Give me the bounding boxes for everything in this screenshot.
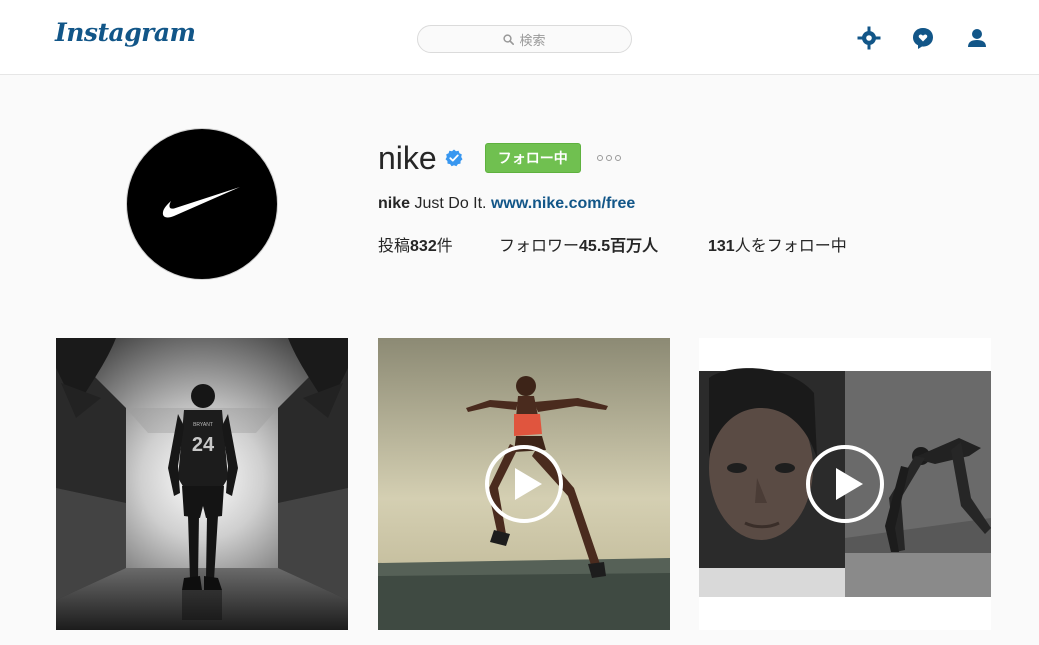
following-button[interactable]: フォロー中 — [484, 143, 581, 173]
jersey-number: 24 — [192, 434, 215, 456]
post-thumbnail-2[interactable] — [378, 338, 670, 630]
search-placeholder: 検索 — [519, 32, 546, 48]
profile-title-row: nike フォロー中 — [378, 138, 621, 178]
following-stat[interactable]: 131人をフォロー中 — [708, 232, 847, 256]
bio-text: Just Do It. — [414, 195, 487, 212]
profile-icon[interactable] — [964, 25, 990, 51]
video-play-icon[interactable] — [484, 444, 564, 524]
profile-avatar — [126, 128, 278, 280]
profile-bio: nike Just Do It. www.nike.com/free — [378, 195, 635, 213]
profile-username: nike — [378, 139, 437, 176]
explore-icon[interactable] — [856, 25, 882, 51]
video-play-icon[interactable] — [805, 444, 885, 524]
nike-swoosh-logo — [162, 187, 240, 218]
bio-link[interactable]: www.nike.com/free — [491, 195, 635, 212]
top-nav-bar: Instagram 検索 — [0, 0, 1039, 75]
more-options-icon[interactable] — [596, 155, 621, 161]
search-input[interactable]: 検索 — [417, 25, 632, 53]
post-thumbnail-3[interactable] — [699, 338, 991, 630]
jersey-name: BRYANT — [193, 422, 213, 428]
instagram-logo[interactable]: Instagram — [55, 18, 196, 47]
posts-stat: 投稿832件 — [378, 238, 453, 255]
followers-stat[interactable]: フォロワー45.5百万人 — [499, 232, 658, 256]
post-thumbnail-1[interactable]: BRYANT 24 — [56, 338, 348, 630]
bio-name: nike — [378, 195, 411, 212]
activity-icon[interactable] — [910, 25, 936, 51]
verified-badge-icon — [445, 149, 463, 167]
photo-basketball-player: BRYANT 24 — [56, 338, 348, 630]
search-icon — [503, 33, 515, 45]
